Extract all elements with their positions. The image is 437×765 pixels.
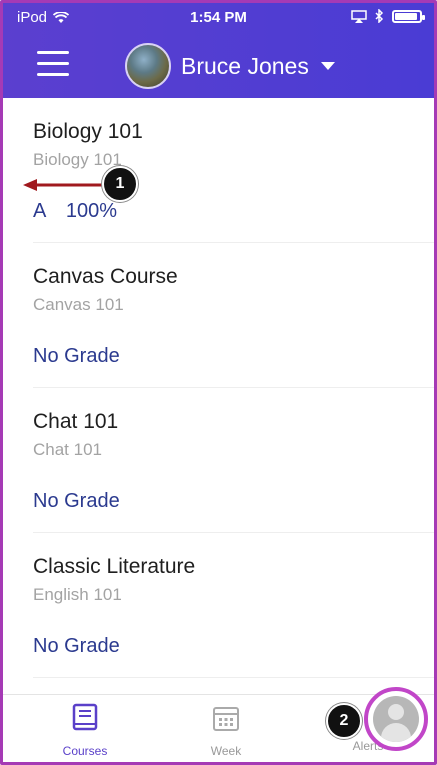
app-header: iPod 1:54 PM Bruce Jones <box>3 3 434 98</box>
course-grade: No Grade <box>33 490 120 512</box>
course-code: Canvas 101 <box>33 295 124 314</box>
airplay-icon <box>351 9 367 23</box>
alerts-avatar-icon <box>373 696 419 742</box>
user-name: Bruce Jones <box>181 52 309 79</box>
course-name: Canvas Course <box>33 265 178 288</box>
course-card[interactable]: Canvas Course Canvas 101 No Grade <box>33 243 434 388</box>
menu-icon[interactable] <box>37 51 69 79</box>
grade-letter: A <box>33 200 47 222</box>
bluetooth-icon <box>375 9 384 23</box>
calendar-icon <box>213 707 239 731</box>
course-name: Chat 101 <box>33 410 119 433</box>
nav-bar: Bruce Jones <box>3 37 434 95</box>
battery-icon <box>392 9 425 23</box>
course-code: English 101 <box>33 585 122 604</box>
course-code: Chat 101 <box>33 440 102 459</box>
course-card[interactable]: Chat 101 Chat 101 No Grade <box>33 388 434 533</box>
annotation-badge-1: 1 <box>102 166 138 202</box>
status-bar: iPod 1:54 PM <box>3 3 434 33</box>
chevron-down-icon <box>320 62 335 70</box>
courses-book-icon <box>72 703 98 731</box>
course-card[interactable]: Classic Literature English 101 No Grade <box>33 533 434 678</box>
tab-label: Week <box>210 744 242 758</box>
profile-switcher[interactable]: Bruce Jones <box>125 43 335 89</box>
tab-label: Courses <box>62 744 108 758</box>
course-grade: No Grade <box>33 345 120 367</box>
tab-week[interactable]: Week <box>176 703 276 758</box>
status-right <box>351 9 425 23</box>
course-code: Biology 101 <box>33 150 122 169</box>
course-card[interactable]: Biology 101 Biology 101 A 100% <box>33 98 434 243</box>
left-arrow-annotation <box>23 179 111 191</box>
alerts-highlight-circle[interactable] <box>364 687 428 751</box>
avatar[interactable] <box>125 43 171 89</box>
course-name: Classic Literature <box>33 555 196 578</box>
course-name: Biology 101 <box>33 120 143 143</box>
annotation-badge-2: 2 <box>326 703 362 739</box>
course-grade: A 100% <box>33 200 117 223</box>
tab-courses[interactable]: Courses <box>35 703 135 758</box>
course-grade: No Grade <box>33 635 120 657</box>
app-screen: iPod 1:54 PM Bruce Jones Biology 101 Bio… <box>0 0 437 765</box>
grade-percent: 100% <box>65 200 118 222</box>
